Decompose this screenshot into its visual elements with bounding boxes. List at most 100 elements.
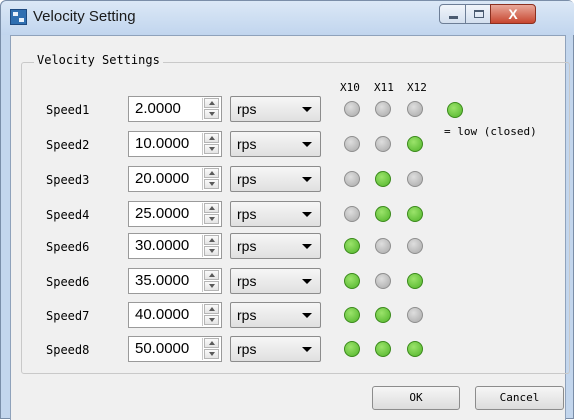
speed-value-spinbox[interactable]: 40.0000 <box>128 302 222 328</box>
unit-selected: rps <box>237 171 257 187</box>
unit-selected: rps <box>237 307 257 323</box>
status-led-x11-icon <box>375 206 391 222</box>
unit-dropdown[interactable]: rps <box>230 302 321 328</box>
speed-value-spinbox[interactable]: 10.0000 <box>128 131 222 157</box>
status-led-x12-icon <box>407 238 423 254</box>
status-led-x12-icon <box>407 273 423 289</box>
spin-up-icon[interactable] <box>204 270 219 280</box>
speed-value[interactable]: 35.0000 <box>135 272 189 289</box>
speed-label: Speed4 <box>46 208 90 222</box>
spin-up-icon[interactable] <box>204 203 219 213</box>
status-led-x10-icon <box>344 307 360 323</box>
minimize-icon <box>449 16 458 19</box>
status-led-x12-icon <box>407 101 423 117</box>
spin-up-icon[interactable] <box>204 304 219 314</box>
group-title: Velocity Settings <box>34 53 163 67</box>
status-led-x10-icon <box>344 136 360 152</box>
close-button[interactable]: X <box>490 4 536 24</box>
minimize-button[interactable] <box>439 4 466 24</box>
speed-value-spinbox[interactable]: 35.0000 <box>128 268 222 294</box>
speed-value[interactable]: 50.0000 <box>135 340 189 357</box>
unit-selected: rps <box>237 238 257 254</box>
status-led-x12-icon <box>407 206 423 222</box>
status-led-x11-icon <box>375 341 391 357</box>
unit-selected: rps <box>237 206 257 222</box>
spin-up-icon[interactable] <box>204 133 219 143</box>
unit-dropdown[interactable]: rps <box>230 268 321 294</box>
spin-up-icon[interactable] <box>204 168 219 178</box>
maximize-icon <box>474 10 484 18</box>
speed-value[interactable]: 30.0000 <box>135 237 189 254</box>
chevron-down-icon[interactable] <box>302 142 312 147</box>
status-led-x11-icon <box>375 238 391 254</box>
speed-value-spinbox[interactable]: 30.0000 <box>128 233 222 259</box>
spin-down-icon[interactable] <box>204 179 219 189</box>
chevron-down-icon[interactable] <box>302 347 312 352</box>
unit-selected: rps <box>237 273 257 289</box>
speed-label: Speed6 <box>46 275 90 289</box>
status-led-x11-icon <box>375 273 391 289</box>
speed-value[interactable]: 2.0000 <box>135 100 181 117</box>
spin-down-icon[interactable] <box>204 246 219 256</box>
unit-selected: rps <box>237 341 257 357</box>
unit-dropdown[interactable]: rps <box>230 336 321 362</box>
unit-dropdown[interactable]: rps <box>230 166 321 192</box>
speed-label: Speed8 <box>46 343 90 357</box>
speed-label: Speed7 <box>46 309 90 323</box>
status-led-x10-icon <box>344 206 360 222</box>
spin-down-icon[interactable] <box>204 281 219 291</box>
unit-selected: rps <box>237 101 257 117</box>
chevron-down-icon[interactable] <box>302 244 312 249</box>
column-header-x10: X10 <box>340 81 360 94</box>
spin-up-icon[interactable] <box>204 98 219 108</box>
speed-value[interactable]: 40.0000 <box>135 306 189 323</box>
chevron-down-icon[interactable] <box>302 107 312 112</box>
unit-dropdown[interactable]: rps <box>230 96 321 122</box>
cancel-button[interactable]: Cancel <box>475 386 564 410</box>
chevron-down-icon[interactable] <box>302 313 312 318</box>
spin-buttons <box>202 203 221 225</box>
speed-label: Speed3 <box>46 173 90 187</box>
status-led-x10-icon <box>344 171 360 187</box>
speed-value-spinbox[interactable]: 50.0000 <box>128 336 222 362</box>
status-led-x12-icon <box>407 341 423 357</box>
unit-dropdown[interactable]: rps <box>230 131 321 157</box>
status-led-x11-icon <box>375 307 391 323</box>
speed-label: Speed2 <box>46 138 90 152</box>
chevron-down-icon[interactable] <box>302 212 312 217</box>
speed-value-spinbox[interactable]: 25.0000 <box>128 201 222 227</box>
spin-down-icon[interactable] <box>204 315 219 325</box>
title-bar[interactable]: Velocity Setting X <box>1 1 574 35</box>
spin-down-icon[interactable] <box>204 349 219 359</box>
status-led-x10-icon <box>344 101 360 117</box>
speed-value[interactable]: 20.0000 <box>135 170 189 187</box>
spin-down-icon[interactable] <box>204 109 219 119</box>
status-led-x10-icon <box>344 341 360 357</box>
legend-text: = low (closed) <box>444 125 537 138</box>
status-led-x10-icon <box>344 273 360 289</box>
chevron-down-icon[interactable] <box>302 279 312 284</box>
spin-up-icon[interactable] <box>204 235 219 245</box>
speed-label: Speed1 <box>46 103 90 117</box>
chevron-down-icon[interactable] <box>302 177 312 182</box>
spin-up-icon[interactable] <box>204 338 219 348</box>
speed-value-spinbox[interactable]: 20.0000 <box>128 166 222 192</box>
app-icon <box>10 9 27 25</box>
maximize-button[interactable] <box>465 4 491 24</box>
spin-down-icon[interactable] <box>204 144 219 154</box>
speed-value-spinbox[interactable]: 2.0000 <box>128 96 222 122</box>
spin-buttons <box>202 98 221 120</box>
speed-value[interactable]: 10.0000 <box>135 135 189 152</box>
spin-down-icon[interactable] <box>204 214 219 224</box>
spin-buttons <box>202 168 221 190</box>
status-led-x11-icon <box>375 101 391 117</box>
spin-buttons <box>202 235 221 257</box>
status-led-x10-icon <box>344 238 360 254</box>
ok-button[interactable]: OK <box>372 386 460 410</box>
unit-dropdown[interactable]: rps <box>230 233 321 259</box>
spin-buttons <box>202 304 221 326</box>
status-led-x11-icon <box>375 136 391 152</box>
column-header-x12: X12 <box>407 81 427 94</box>
speed-value[interactable]: 25.0000 <box>135 205 189 222</box>
unit-dropdown[interactable]: rps <box>230 201 321 227</box>
